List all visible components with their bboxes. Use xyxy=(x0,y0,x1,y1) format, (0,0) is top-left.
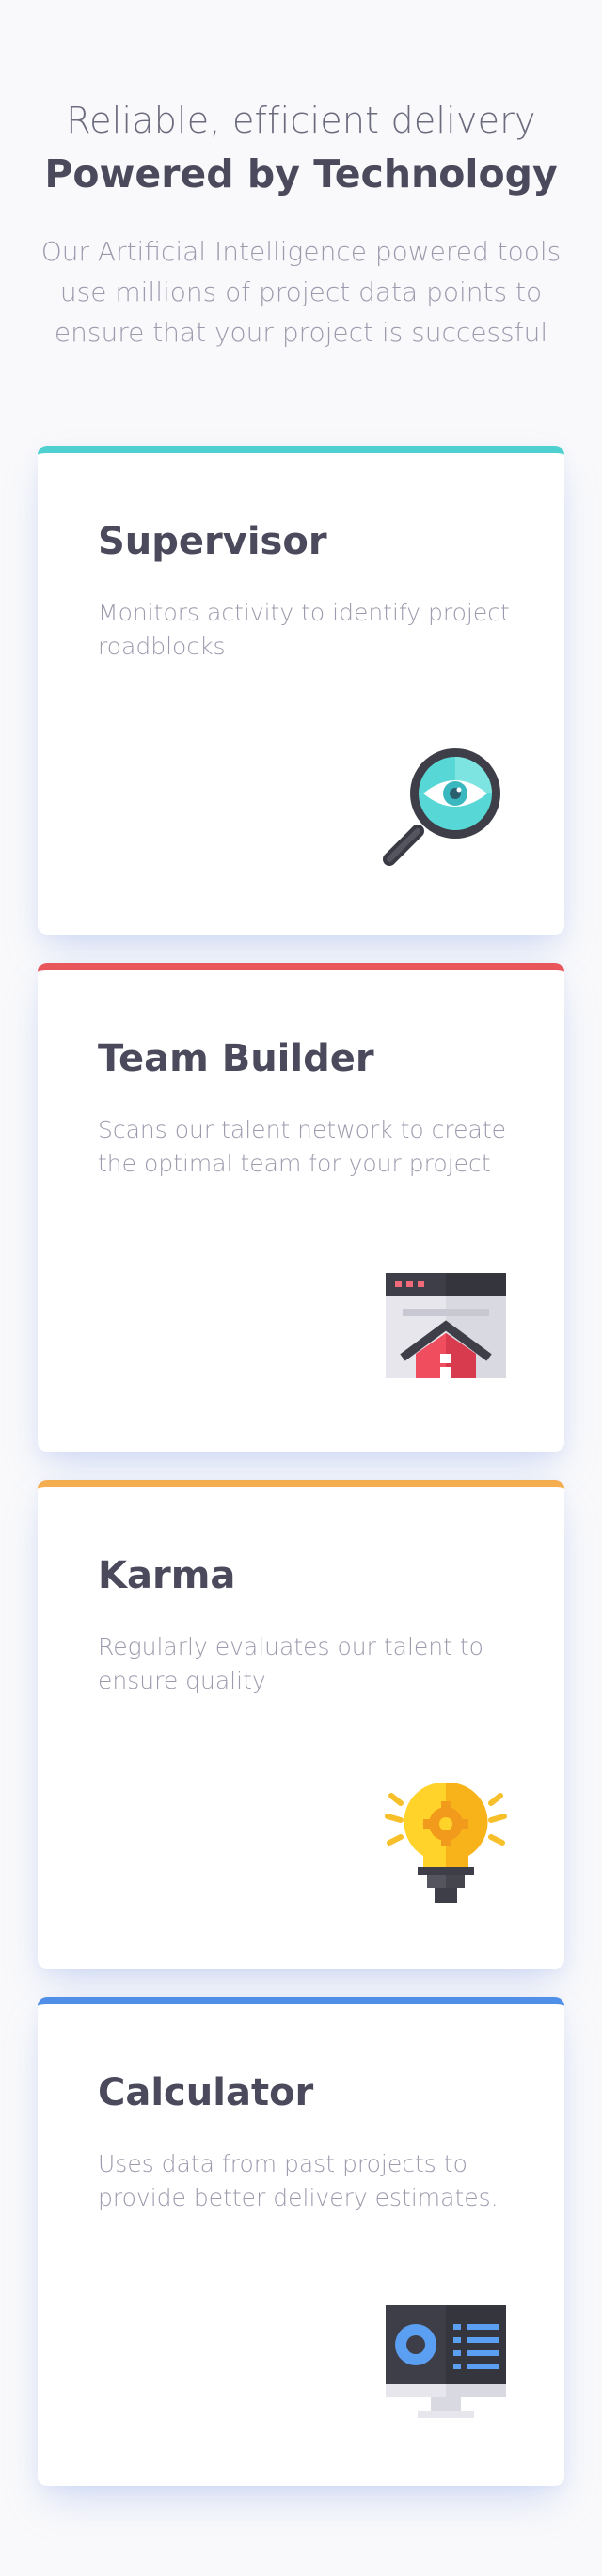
lightbulb-gear-icon xyxy=(385,1782,507,1903)
card-title: Karma xyxy=(98,1554,236,1597)
feature-card-calculator: Calculator Uses data from past projects … xyxy=(38,1997,564,2486)
card-description: Monitors activity to identify project ro… xyxy=(98,599,510,660)
card-title: Calculator xyxy=(98,2071,314,2114)
monitor-dashboard-icon xyxy=(386,2305,506,2418)
hero-subtitle: Our Artificial Intelligence powered tool… xyxy=(40,236,562,348)
feature-card-supervisor: Supervisor Monitors activity to identify… xyxy=(38,446,564,935)
magnifier-eye-icon xyxy=(383,748,500,866)
browser-home-icon xyxy=(386,1273,506,1378)
hero-title: Powered by Technology xyxy=(44,151,558,196)
card-title: Team Builder xyxy=(98,1037,374,1080)
card-description: Regularly evaluates our talent to ensure… xyxy=(98,1633,483,1694)
feature-card-karma: Karma Regularly evaluates our talent to … xyxy=(38,1480,564,1969)
card-description: Uses data from past projects to provide … xyxy=(98,2150,499,2211)
feature-card-team-builder: Team Builder Scans our talent network to… xyxy=(38,963,564,1452)
card-title: Supervisor xyxy=(98,520,327,563)
page: Reliable, efficient delivery Powered by … xyxy=(0,0,602,2576)
hero-section: Reliable, efficient delivery Powered by … xyxy=(0,98,602,353)
hero-eyebrow: Reliable, efficient delivery xyxy=(66,100,536,141)
card-description: Scans our talent network to create the o… xyxy=(98,1116,507,1177)
